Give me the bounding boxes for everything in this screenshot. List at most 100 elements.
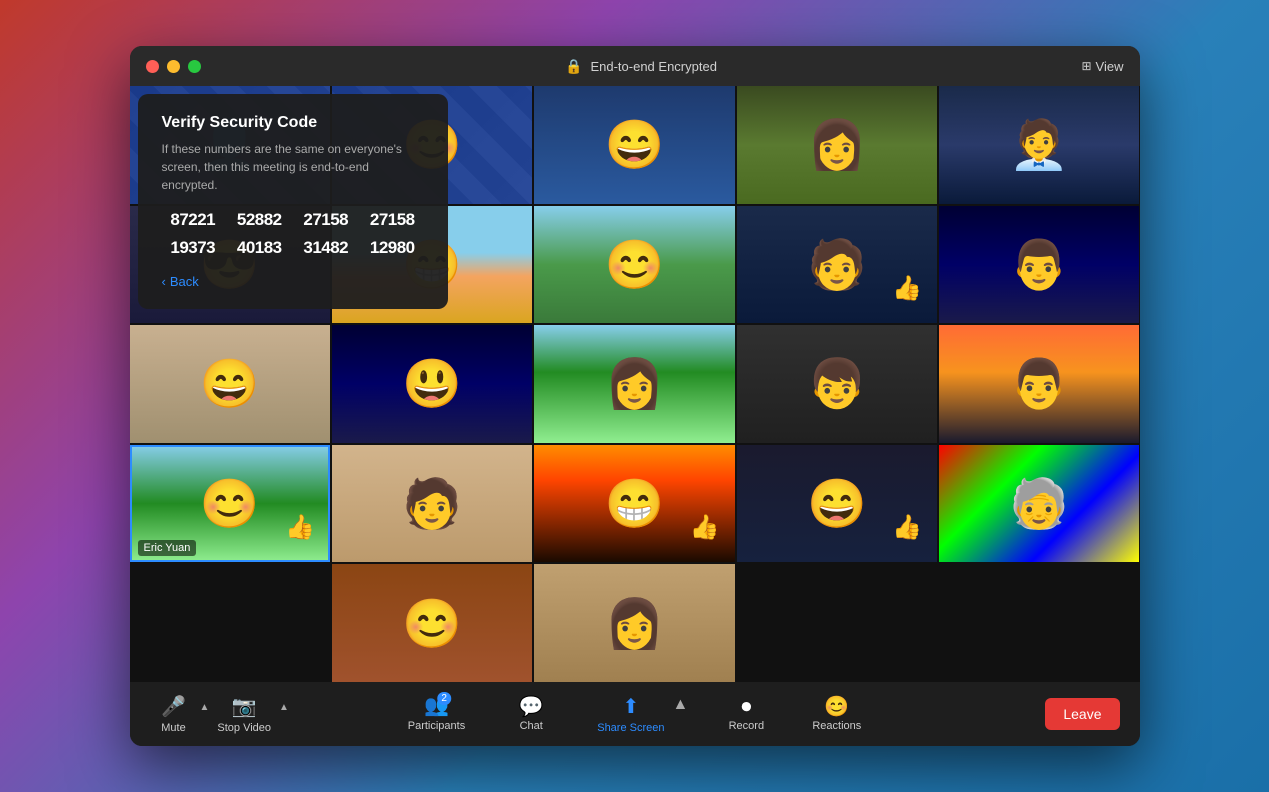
thumbs-up-r4c4: 👍 xyxy=(892,513,922,542)
thumbs-up-r4c3: 👍 xyxy=(690,513,720,542)
video-cell-r1c5: 🧑‍💼 xyxy=(939,86,1139,204)
close-button[interactable] xyxy=(146,60,159,73)
participant-icon-r3c3: 👩 xyxy=(534,325,734,443)
video-cell-r2c4: 🧑 👍 xyxy=(737,206,937,324)
share-screen-caret[interactable]: ▲ xyxy=(672,696,688,732)
participant-icon-r1c5: 🧑‍💼 xyxy=(939,86,1139,204)
participant-icon-r3c5: 👨 xyxy=(939,325,1139,443)
share-screen-group: ⬆ Share Screen ▲ xyxy=(589,690,688,738)
stop-video-button[interactable]: 📷 Stop Video xyxy=(211,690,277,738)
code-4: 27158 xyxy=(361,210,424,230)
participants-label: Participants xyxy=(408,720,465,732)
video-container: Verify Security Code If these numbers ar… xyxy=(130,86,1140,682)
code-7: 31482 xyxy=(295,238,358,258)
thumbs-up-r2c4: 👍 xyxy=(892,274,922,303)
chat-icon: 💬 xyxy=(519,697,544,717)
lock-icon: 🔒 xyxy=(565,58,582,75)
traffic-lights xyxy=(146,60,201,73)
toolbar-left: 🎤 Mute ▲ 📷 Stop Video ▲ xyxy=(150,690,291,738)
mute-button[interactable]: 🎤 Mute xyxy=(150,690,198,738)
video-cell-r1c3: 😄 xyxy=(534,86,734,204)
record-button[interactable]: ⏺ Record xyxy=(716,693,776,736)
share-screen-label: Share Screen xyxy=(597,722,664,734)
participant-icon-r2c4: 🧑 xyxy=(737,206,937,324)
security-codes: 87221 52882 27158 27158 19373 40183 3148… xyxy=(162,210,424,258)
participant-icon-r4c3: 😁 xyxy=(534,445,734,563)
participants-button[interactable]: 👥 2 Participants xyxy=(400,692,473,736)
toolbar-right: Leave xyxy=(1045,698,1119,730)
chat-label: Chat xyxy=(520,720,543,732)
security-title: Verify Security Code xyxy=(162,114,424,132)
participant-icon-r4c5: 🧓 xyxy=(939,445,1139,563)
video-cell-r5c4 xyxy=(737,564,937,682)
video-cell-r1c4: 👩 xyxy=(737,86,937,204)
record-icon: ⏺ xyxy=(741,697,751,717)
mute-label: Mute xyxy=(161,722,185,734)
maximize-button[interactable] xyxy=(188,60,201,73)
camera-icon: 📷 xyxy=(232,694,257,719)
video-cell-r2c3: 😊 xyxy=(534,206,734,324)
window-title: End-to-end Encrypted xyxy=(590,59,716,74)
mute-group: 🎤 Mute ▲ xyxy=(150,690,212,738)
participants-badge: 2 xyxy=(437,692,451,705)
leave-button[interactable]: Leave xyxy=(1045,698,1119,730)
stop-video-group: 📷 Stop Video ▲ xyxy=(211,690,291,738)
participant-icon-r1c3: 😄 xyxy=(534,86,734,204)
chat-button[interactable]: 💬 Chat xyxy=(501,693,561,736)
participant-icon-r4c4: 😄 xyxy=(737,445,937,563)
record-label: Record xyxy=(729,720,764,732)
video-cell-r3c3: 👩 xyxy=(534,325,734,443)
back-label: Back xyxy=(170,274,199,289)
video-cell-r4c3: 😁 👍 xyxy=(534,445,734,563)
toolbar: 🎤 Mute ▲ 📷 Stop Video ▲ 👥 2 xyxy=(130,682,1140,746)
view-button[interactable]: ⊞ View xyxy=(1081,59,1123,74)
video-cell-r3c1: 😄 xyxy=(130,325,330,443)
video-caret[interactable]: ▲ xyxy=(277,698,291,731)
video-cell-r4c4: 😄 👍 xyxy=(737,445,937,563)
share-screen-button[interactable]: ⬆ Share Screen xyxy=(589,690,672,738)
video-cell-r4c5: 🧓 xyxy=(939,445,1139,563)
video-cell-r5c3: 👩 xyxy=(534,564,734,682)
grid-icon: ⊞ xyxy=(1081,59,1091,73)
stop-video-label: Stop Video xyxy=(217,722,271,734)
video-cell-r2c5: 👨 xyxy=(939,206,1139,324)
video-cell-r4c1: 😊 👍 Eric Yuan xyxy=(130,445,330,563)
thumbs-up-r4c1: 👍 xyxy=(285,513,315,542)
back-button[interactable]: ‹ Back xyxy=(162,274,424,289)
share-screen-icon: ⬆ xyxy=(622,694,639,719)
participant-icon-r5c3: 👩 xyxy=(534,564,734,682)
security-overlay: Verify Security Code If these numbers ar… xyxy=(138,94,448,309)
chevron-left-icon: ‹ xyxy=(162,274,166,289)
participant-icon-r1c4: 👩 xyxy=(737,86,937,204)
participant-icon-r2c5: 👨 xyxy=(939,206,1139,324)
code-2: 52882 xyxy=(228,210,291,230)
code-3: 27158 xyxy=(295,210,358,230)
reactions-button[interactable]: 😊 Reactions xyxy=(804,693,869,736)
code-6: 40183 xyxy=(228,238,291,258)
security-description: If these numbers are the same on everyon… xyxy=(162,140,424,194)
participant-icon-r3c1: 😄 xyxy=(130,325,330,443)
reactions-label: Reactions xyxy=(812,720,861,732)
video-cell-r5c2: 😊 xyxy=(332,564,532,682)
participant-icon-r2c3: 😊 xyxy=(534,206,734,324)
video-cell-r3c5: 👨 xyxy=(939,325,1139,443)
minimize-button[interactable] xyxy=(167,60,180,73)
video-cell-r4c2: 🧑 xyxy=(332,445,532,563)
title-bar: 🔒 End-to-end Encrypted ⊞ View xyxy=(130,46,1140,86)
toolbar-center: 👥 2 Participants 💬 Chat ⬆ Share Screen ▲ xyxy=(400,690,870,738)
video-cell-r3c4: 👦 xyxy=(737,325,937,443)
video-cell-r5c5 xyxy=(939,564,1139,682)
video-cell-r5c1 xyxy=(130,564,330,682)
app-window: 🔒 End-to-end Encrypted ⊞ View Verify Sec… xyxy=(130,46,1140,746)
participant-icon-r4c2: 🧑 xyxy=(332,445,532,563)
reactions-icon: 😊 xyxy=(824,697,849,717)
code-5: 19373 xyxy=(162,238,225,258)
view-label: View xyxy=(1096,59,1124,74)
microphone-icon: 🎤 xyxy=(161,694,186,719)
code-8: 12980 xyxy=(361,238,424,258)
participant-icon-r3c4: 👦 xyxy=(737,325,937,443)
video-cell-r3c2: 😃 xyxy=(332,325,532,443)
title-center: 🔒 End-to-end Encrypted xyxy=(565,58,717,75)
mute-caret[interactable]: ▲ xyxy=(198,698,212,731)
participant-icon-r5c2: 😊 xyxy=(332,564,532,682)
